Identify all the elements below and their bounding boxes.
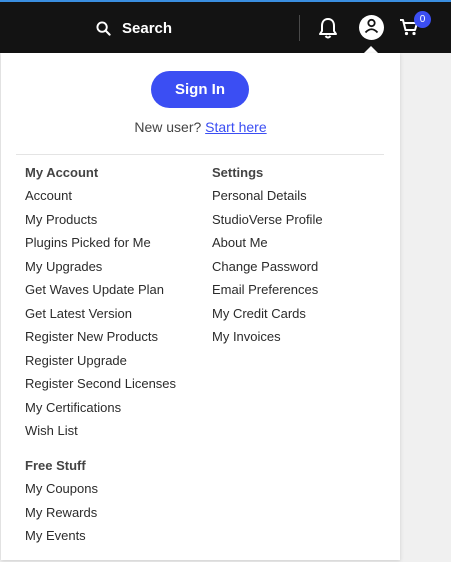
- my-account-section: My Account Account My Products Plugins P…: [25, 164, 176, 446]
- my-account-list: Account My Products Plugins Picked for M…: [25, 187, 176, 446]
- free-stuff-heading: Free Stuff: [25, 458, 86, 473]
- menu-item-my-products[interactable]: My Products: [25, 211, 176, 235]
- menu-item-studioverse-profile[interactable]: StudioVerse Profile: [212, 211, 323, 235]
- start-here-link[interactable]: Start here: [205, 119, 266, 135]
- menu-item-personal-details[interactable]: Personal Details: [212, 187, 323, 211]
- bell-icon[interactable]: [318, 17, 338, 44]
- search-button[interactable]: Search: [96, 17, 172, 39]
- settings-list: Personal Details StudioVerse Profile Abo…: [212, 187, 323, 352]
- menu-item-my-upgrades[interactable]: My Upgrades: [25, 258, 176, 282]
- menu-item-update-plan[interactable]: Get Waves Update Plan: [25, 281, 176, 305]
- sign-in-button[interactable]: Sign In: [151, 71, 249, 108]
- menu-item-register-upgrade[interactable]: Register Upgrade: [25, 352, 176, 376]
- menu-item-email-preferences[interactable]: Email Preferences: [212, 281, 323, 305]
- cart-count-badge: 0: [414, 11, 431, 28]
- settings-section: Settings Personal Details StudioVerse Pr…: [212, 164, 323, 352]
- search-label: Search: [122, 19, 173, 37]
- menu-item-wish-list[interactable]: Wish List: [25, 422, 176, 446]
- menu-item-register-products[interactable]: Register New Products: [25, 328, 176, 352]
- free-stuff-section: Free Stuff My Coupons My Rewards My Even…: [25, 457, 98, 551]
- account-dropdown-panel: Sign In New user? Start here My Account …: [1, 53, 400, 560]
- new-user-text: New user?: [134, 119, 202, 135]
- user-avatar-button[interactable]: [359, 15, 384, 40]
- menu-item-latest-version[interactable]: Get Latest Version: [25, 305, 176, 329]
- menu-item-about-me[interactable]: About Me: [212, 234, 323, 258]
- section-divider: [16, 154, 384, 155]
- menu-item-account[interactable]: Account: [25, 187, 176, 211]
- menu-item-change-password[interactable]: Change Password: [212, 258, 323, 282]
- settings-heading: Settings: [212, 165, 264, 180]
- menu-item-credit-cards[interactable]: My Credit Cards: [212, 305, 323, 329]
- free-stuff-list: My Coupons My Rewards My Events: [25, 480, 98, 551]
- menu-item-certifications[interactable]: My Certifications: [25, 399, 176, 423]
- menu-item-events[interactable]: My Events: [25, 527, 98, 551]
- menu-item-plugins-picked[interactable]: Plugins Picked for Me: [25, 234, 176, 258]
- menu-item-invoices[interactable]: My Invoices: [212, 328, 323, 352]
- user-icon: [363, 17, 380, 39]
- menu-item-coupons[interactable]: My Coupons: [25, 480, 98, 504]
- my-account-heading: My Account: [25, 165, 99, 180]
- new-user-prompt: New user? Start here: [1, 119, 400, 135]
- top-navigation-bar: Search 0: [0, 0, 451, 53]
- search-icon: [96, 20, 111, 36]
- header-divider: [299, 15, 300, 41]
- menu-item-rewards[interactable]: My Rewards: [25, 504, 98, 528]
- menu-item-second-licenses[interactable]: Register Second Licenses: [25, 375, 176, 399]
